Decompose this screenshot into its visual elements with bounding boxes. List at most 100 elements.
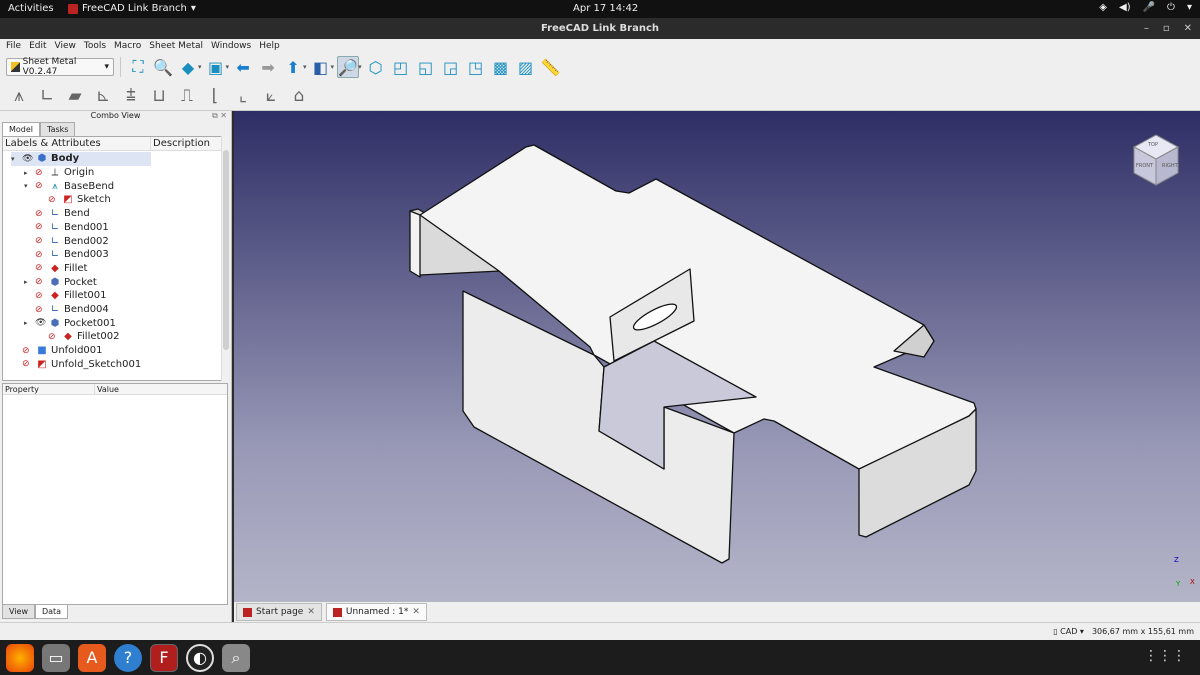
tree-item-bend004[interactable]: ⊘ ∟ Bend004 bbox=[24, 303, 109, 317]
software-icon[interactable]: A bbox=[78, 643, 106, 672]
expand-arrow-icon[interactable]: ▸ bbox=[24, 169, 32, 177]
bounding-box-icon[interactable]: ▣ bbox=[205, 56, 227, 78]
navigation-cube[interactable]: TOP FRONT RIGHT bbox=[1124, 129, 1188, 193]
hidden-eye-icon[interactable]: ⊘ bbox=[35, 222, 46, 232]
make-wall-icon[interactable]: ⊔ bbox=[148, 85, 170, 107]
hidden-eye-icon[interactable]: ⊘ bbox=[35, 263, 46, 273]
obs-icon[interactable]: ◐ bbox=[186, 643, 214, 672]
tab-view[interactable]: View bbox=[2, 605, 35, 619]
menu-tools[interactable]: Tools bbox=[84, 39, 106, 53]
tab-unnamed[interactable]: Unnamed : 1* ✕ bbox=[325, 603, 427, 621]
eye-icon[interactable]: 👁 bbox=[22, 154, 33, 164]
navcube-right-face[interactable]: RIGHT bbox=[1162, 163, 1178, 169]
property-editor[interactable]: Property Value bbox=[2, 383, 228, 605]
menu-sheet-metal[interactable]: Sheet Metal bbox=[149, 39, 203, 53]
navigation-style[interactable]: ▯ CAD ▾ bbox=[1053, 627, 1084, 636]
tree-item-fillet[interactable]: ⊘ ◆ Fillet bbox=[24, 262, 87, 276]
measure-icon[interactable]: 📏 bbox=[540, 56, 562, 78]
chevron-down-icon[interactable]: ▾ bbox=[303, 63, 307, 71]
tree-item-fillet001[interactable]: ⊘ ◆ Fillet001 bbox=[24, 289, 107, 303]
navcube-top-face[interactable]: TOP bbox=[1148, 142, 1158, 148]
firefox-icon[interactable] bbox=[6, 643, 34, 672]
help-icon[interactable]: ? bbox=[114, 643, 142, 672]
fold-icon[interactable]: ⊾ bbox=[92, 85, 114, 107]
close-button[interactable]: ✕ bbox=[1184, 18, 1192, 39]
3d-viewport[interactable]: TOP FRONT RIGHT Z X Y bbox=[234, 111, 1200, 602]
tab-start-page[interactable]: Start page ✕ bbox=[236, 603, 322, 621]
hidden-eye-icon[interactable]: ⊘ bbox=[35, 305, 46, 315]
unfold-icon[interactable]: ⌂ bbox=[288, 85, 310, 107]
chevron-down-icon[interactable]: ▾ bbox=[226, 63, 230, 71]
up-arrow-icon[interactable]: ⬆ bbox=[282, 56, 304, 78]
files-icon[interactable]: ▭ bbox=[42, 643, 70, 672]
hidden-eye-icon[interactable]: ⊘ bbox=[48, 332, 59, 342]
eye-icon[interactable]: 👁 bbox=[35, 318, 46, 328]
value-col[interactable]: Value bbox=[95, 384, 119, 394]
menu-windows[interactable]: Windows bbox=[211, 39, 251, 53]
tree-item-body[interactable]: ▾ 👁 ⬢ Body bbox=[11, 152, 151, 166]
view-right-icon[interactable]: ◲ bbox=[440, 56, 462, 78]
menu-help[interactable]: Help bbox=[259, 39, 280, 53]
sheet-metal-part[interactable] bbox=[234, 111, 1200, 602]
chevron-down-icon[interactable]: ▾ bbox=[198, 63, 202, 71]
view-top-icon[interactable]: ◱ bbox=[415, 56, 437, 78]
navcube-front-face[interactable]: FRONT bbox=[1136, 163, 1153, 169]
menu-macro[interactable]: Macro bbox=[114, 39, 141, 53]
std-view-icon[interactable]: ◧ bbox=[310, 56, 332, 78]
tab-data[interactable]: Data bbox=[34, 605, 69, 619]
tab-model[interactable]: Model bbox=[2, 122, 41, 136]
tree-item-fillet002[interactable]: ⊘ ◆ Fillet002 bbox=[37, 330, 120, 344]
base-bend-icon[interactable]: ⩚ bbox=[8, 85, 30, 107]
expand-arrow-icon[interactable]: ▸ bbox=[24, 319, 32, 327]
hidden-eye-icon[interactable]: ⊘ bbox=[35, 277, 46, 287]
tree-item-bend003[interactable]: ⊘ ∟ Bend003 bbox=[24, 248, 109, 262]
relief-icon[interactable]: ⩲ bbox=[120, 85, 142, 107]
forward-arrow-icon[interactable]: ➡ bbox=[257, 56, 279, 78]
freecad-dock-icon[interactable]: F bbox=[150, 643, 178, 672]
menu-view[interactable]: View bbox=[55, 39, 76, 53]
activities-button[interactable]: Activities bbox=[8, 3, 54, 14]
menu-edit[interactable]: Edit bbox=[29, 39, 46, 53]
tree-item-unfold-sketch001[interactable]: ⊘ ◩ Unfold_Sketch001 bbox=[11, 358, 141, 372]
jog-icon[interactable]: ⎍ bbox=[176, 85, 198, 107]
expand-arrow-icon[interactable]: ▸ bbox=[24, 278, 32, 286]
minimize-button[interactable]: – bbox=[1144, 18, 1149, 39]
hidden-eye-icon[interactable]: ⊘ bbox=[48, 195, 59, 205]
hidden-eye-icon[interactable]: ⊘ bbox=[35, 291, 46, 301]
view-isometric-icon[interactable]: ⬡ bbox=[365, 56, 387, 78]
hidden-eye-icon[interactable]: ⊘ bbox=[35, 181, 46, 191]
tree-item-bend001[interactable]: ⊘ ∟ Bend001 bbox=[24, 221, 109, 235]
hidden-eye-icon[interactable]: ⊘ bbox=[22, 359, 33, 369]
tree-item-origin[interactable]: ▸ ⊘ ⟂ Origin bbox=[24, 166, 94, 180]
close-icon[interactable]: ✕ bbox=[307, 607, 315, 617]
bend-wall-icon[interactable]: ⌊ bbox=[204, 85, 226, 107]
tree-item-bend002[interactable]: ⊘ ∟ Bend002 bbox=[24, 234, 109, 248]
model-tree[interactable]: Labels & Attributes Description ▾ 👁 ⬢ Body ▸… bbox=[2, 136, 228, 381]
extend-icon[interactable]: ▰ bbox=[64, 85, 86, 107]
scrollbar-thumb[interactable] bbox=[223, 150, 229, 350]
hidden-eye-icon[interactable]: ⊘ bbox=[35, 236, 46, 246]
hidden-eye-icon[interactable]: ⊘ bbox=[35, 209, 46, 219]
view-front-icon[interactable]: ◰ bbox=[390, 56, 412, 78]
app-menu[interactable]: FreeCAD Link Branch ▾ bbox=[68, 3, 196, 14]
tree-item-pocket[interactable]: ▸ ⊘ ⬢ Pocket bbox=[24, 275, 97, 289]
view-left-icon[interactable]: ▨ bbox=[515, 56, 537, 78]
workbench-selector[interactable]: Sheet Metal V0.2.47 ▾ bbox=[6, 57, 114, 77]
clock[interactable]: Apr 17 14:42 bbox=[573, 3, 638, 14]
expand-arrow-icon[interactable]: ▾ bbox=[24, 182, 32, 190]
fit-all-icon[interactable]: ⛶ bbox=[127, 56, 149, 78]
tree-header-description[interactable]: Description bbox=[151, 137, 210, 150]
fit-selection-icon[interactable]: 🔍 bbox=[152, 56, 174, 78]
draw-style-icon[interactable]: ◆ bbox=[177, 56, 199, 78]
maximize-button[interactable]: ▫ bbox=[1163, 18, 1170, 39]
property-col[interactable]: Property bbox=[3, 384, 95, 394]
hidden-eye-icon[interactable]: ⊘ bbox=[22, 346, 33, 356]
tree-item-basebend[interactable]: ▾ ⊘ ⩚ BaseBend bbox=[24, 179, 114, 193]
tree-item-bend[interactable]: ⊘ ∟ Bend bbox=[24, 207, 90, 221]
screenshot-icon[interactable]: ⌕ bbox=[222, 643, 250, 672]
add-wall-icon[interactable]: ∟ bbox=[36, 85, 58, 107]
menu-file[interactable]: File bbox=[6, 39, 21, 53]
show-apps-icon[interactable]: ⋮⋮⋮ bbox=[1144, 648, 1186, 664]
tree-header-labels[interactable]: Labels & Attributes bbox=[3, 137, 151, 150]
hidden-eye-icon[interactable]: ⊘ bbox=[35, 168, 46, 178]
